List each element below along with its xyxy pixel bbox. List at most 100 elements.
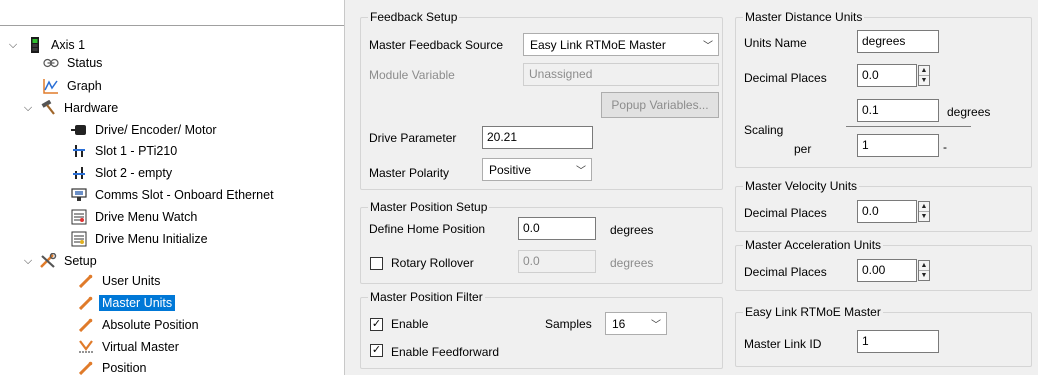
tree-item-slot1[interactable]: Slot 1 - PTi210 [70,141,180,161]
spin-down-icon[interactable]: ▼ [919,212,929,221]
tree-item-drive-menu-watch[interactable]: Drive Menu Watch [70,207,200,227]
chevron-down-icon[interactable]: ⌵ [21,98,35,118]
tree-item-hardware[interactable]: ⌵ Hardware [21,98,121,118]
acceleration-decimal-spinner[interactable]: ▲ ▼ [918,260,930,281]
tree-item-status[interactable]: Status [42,53,105,73]
tree-item-absolute-position[interactable]: Absolute Position [77,315,202,335]
master-polarity-value: Positive [489,162,532,177]
wrench-icon [77,272,95,290]
hammer-icon [39,99,57,117]
tree-item-comms-slot[interactable]: Comms Slot - Onboard Ethernet [70,185,277,205]
wrench-icon [77,316,95,334]
distance-decimal-places-value: 0.0 [862,68,879,82]
tree-label-drive-menu-initialize: Drive Menu Initialize [95,232,208,246]
samples-select[interactable]: 16 ﹀ [605,312,667,335]
master-velocity-units-group: Master Velocity Units Decimal Places 0.0… [735,179,1032,232]
popup-variables-button[interactable]: Popup Variables... [601,92,719,118]
master-feedback-source-label: Master Feedback Source [369,38,504,52]
tree-label-hardware: Hardware [64,101,119,115]
virtual-master-icon [77,338,95,356]
spin-down-icon[interactable]: ▼ [919,76,929,85]
easy-link-rtmoe-master-group: Easy Link RTMoE Master Master Link ID 1 [735,305,1032,367]
tree-item-drive-encoder-motor[interactable]: Drive/ Encoder/ Motor [70,120,220,140]
enable-feedforward-checkbox[interactable]: ✓ [370,344,383,357]
rotary-rollover-checkbox[interactable] [370,257,383,270]
define-home-position-field[interactable]: 0.0 [518,217,596,240]
drive-parameter-field[interactable]: 20.21 [482,126,593,149]
tree-item-setup[interactable]: ⌵ Setup [21,251,100,271]
enable-filter-label: Enable [391,317,429,331]
feedback-setup-group: Feedback Setup Master Feedback Source Ea… [360,10,723,190]
wrench-icon [77,359,95,375]
scaling-top-field[interactable]: 0.1 [857,99,939,122]
master-position-setup-title: Master Position Setup [368,200,490,214]
spin-down-icon[interactable]: ▼ [919,271,929,280]
drive-parameter-label: Drive Parameter [369,131,457,145]
master-link-id-label: Master Link ID [744,337,822,351]
scaling-bottom-unit: - [943,140,947,154]
master-units-panel: Feedback Setup Master Feedback Source Ea… [346,0,1038,375]
menu-watch-icon [70,208,88,226]
tree-header [0,0,344,26]
slot-module-icon [70,142,88,160]
tree-item-drive-menu-initialize[interactable]: Drive Menu Initialize [70,229,211,249]
master-feedback-source-select[interactable]: Easy Link RTMoE Master ﹀ [523,33,719,56]
distance-decimal-spinner[interactable]: ▲ ▼ [918,65,930,86]
spin-up-icon[interactable]: ▲ [919,202,929,212]
tree-label-slot2: Slot 2 - empty [95,166,173,180]
samples-value: 16 [612,316,626,331]
chevron-down-icon[interactable]: ⌵ [21,251,35,271]
velocity-decimal-places-field[interactable]: 0.0 [857,200,917,223]
axis-status-icon [26,36,44,54]
status-icon [42,54,60,72]
graph-icon [42,77,60,95]
scaling-bottom-field[interactable]: 1 [857,134,939,157]
tools-icon [39,252,57,270]
tree-label-position: Position [102,361,147,375]
tree-label-drive-encoder-motor: Drive/ Encoder/ Motor [95,123,217,137]
master-acceleration-units-title: Master Acceleration Units [743,238,884,252]
spin-up-icon[interactable]: ▲ [919,66,929,76]
units-name-label: Units Name [744,36,807,50]
tree-label-virtual-master: Virtual Master [102,340,179,354]
tree-item-virtual-master[interactable]: Virtual Master [77,337,182,357]
tree-item-graph[interactable]: Graph [42,76,105,96]
tree-item-position[interactable]: Position [77,358,149,375]
distance-decimal-places-field[interactable]: 0.0 [857,64,917,87]
units-name-field[interactable]: degrees [857,30,939,53]
tree-item-user-units[interactable]: User Units [77,271,163,291]
distance-decimal-places-label: Decimal Places [744,71,827,85]
enable-filter-checkbox[interactable]: ✓ [370,318,383,331]
acceleration-decimal-places-field[interactable]: 0.00 [857,259,917,282]
spin-up-icon[interactable]: ▲ [919,261,929,271]
acceleration-decimal-places-value: 0.00 [862,263,886,277]
menu-initialize-icon [70,230,88,248]
per-label: per [794,142,812,156]
rotary-rollover-value: 0.0 [523,254,540,268]
easy-link-rtmoe-master-title: Easy Link RTMoE Master [743,305,883,319]
scaling-label: Scaling [744,123,784,137]
chevron-down-icon[interactable]: ⌵ [6,35,20,55]
tree-label-status: Status [67,56,103,70]
home-position-unit: degrees [610,223,654,237]
tree-item-slot2[interactable]: Slot 2 - empty [70,163,175,183]
master-position-filter-group: Master Position Filter ✓ Enable Samples … [360,290,723,369]
chevron-down-icon: ﹀ [703,41,713,52]
master-polarity-select[interactable]: Positive ﹀ [482,158,592,181]
master-velocity-units-title: Master Velocity Units [743,179,860,193]
scaling-top-value: 0.1 [862,103,879,117]
master-distance-units-title: Master Distance Units [743,10,865,24]
samples-label: Samples [545,317,592,331]
tree-item-axis[interactable]: ⌵ Axis 1 [6,35,88,55]
module-variable-field: Unassigned [523,63,719,86]
tree-label-absolute-position: Absolute Position [102,318,199,332]
master-link-id-value: 1 [862,334,869,348]
tree-item-master-units[interactable]: Master Units [77,293,176,313]
tree-label-setup: Setup [64,254,97,268]
velocity-decimal-places-value: 0.0 [862,204,879,218]
master-link-id-field[interactable]: 1 [857,330,939,353]
project-tree[interactable]: ⌵ Axis 1 Status Graph ⌵ Hardware Drive/ … [0,0,345,375]
velocity-decimal-spinner[interactable]: ▲ ▼ [918,201,930,222]
motor-icon [70,121,88,139]
master-acceleration-units-group: Master Acceleration Units Decimal Places… [735,238,1032,291]
